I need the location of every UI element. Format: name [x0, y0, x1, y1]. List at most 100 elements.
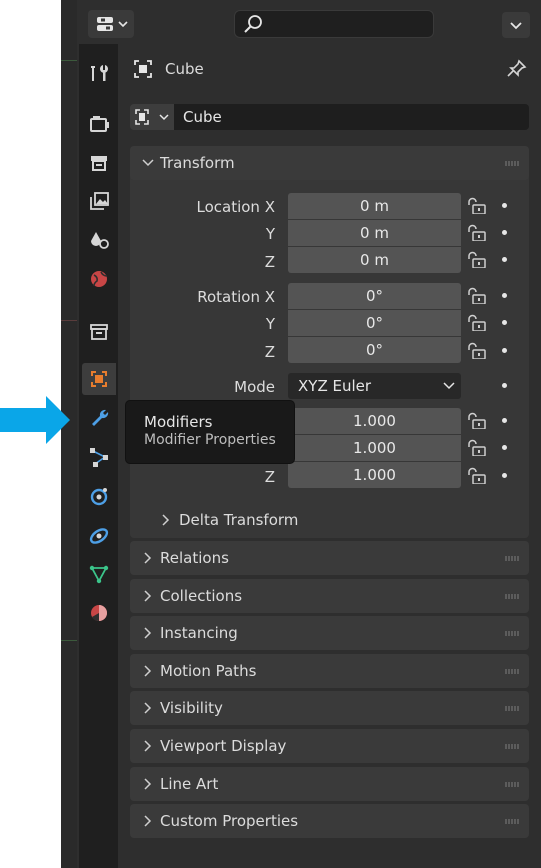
- section-title: Collections: [160, 586, 243, 605]
- editor-type-dropdown[interactable]: [88, 10, 134, 38]
- drag-handle-icon[interactable]: [505, 161, 519, 166]
- tooltip-subtitle: Modifier Properties: [144, 432, 276, 448]
- rotation-mode-value: XYZ Euler: [298, 377, 372, 395]
- particles-icon: [90, 448, 108, 467]
- tab-modifiers[interactable]: [82, 402, 116, 434]
- section-title: Instancing: [160, 624, 238, 643]
- object-browse-dropdown[interactable]: [130, 104, 174, 130]
- chevron-right-icon: [144, 627, 152, 639]
- tab-material[interactable]: [82, 597, 116, 629]
- keyframe-dot[interactable]: [502, 203, 507, 208]
- section-title: Custom Properties: [160, 812, 299, 831]
- location-z-label: Z: [264, 253, 275, 271]
- lock-icon[interactable]: [466, 196, 486, 214]
- location-z-field[interactable]: 0 m: [288, 247, 461, 273]
- tab-data[interactable]: [82, 558, 116, 590]
- scale-y-field[interactable]: 1.000: [288, 435, 461, 461]
- keyframe-dot[interactable]: [502, 230, 507, 235]
- lock-icon[interactable]: [466, 438, 486, 456]
- keyframe-dot[interactable]: [502, 293, 507, 298]
- drag-handle-icon[interactable]: [505, 593, 519, 599]
- wrench-screwdriver-icon: [91, 65, 108, 81]
- rotation-x-field[interactable]: 0°: [288, 283, 461, 309]
- mode-label: Mode: [234, 378, 275, 396]
- section-title: Visibility: [160, 699, 223, 718]
- scale-z-field[interactable]: 1.000: [288, 462, 461, 488]
- object-title: Cube: [165, 60, 204, 78]
- rotation-z-label: Z: [264, 343, 275, 361]
- section-line-art[interactable]: Line Art: [130, 766, 529, 801]
- tab-constraints[interactable]: [82, 519, 116, 551]
- chevron-right-icon: [144, 552, 152, 564]
- search-icon: [244, 15, 262, 33]
- section-custom-properties[interactable]: Custom Properties: [130, 804, 529, 839]
- lock-icon[interactable]: [466, 286, 486, 304]
- rotation-mode-dropdown[interactable]: XYZ Euler: [288, 373, 461, 399]
- rotation-x-label: Rotation X: [197, 288, 275, 306]
- tab-output[interactable]: [82, 146, 116, 178]
- section-visibility[interactable]: Visibility: [130, 691, 529, 726]
- section-title: Viewport Display: [160, 737, 287, 755]
- wrench-icon: [92, 409, 109, 426]
- section-relations[interactable]: Relations: [130, 541, 529, 575]
- keyframe-dot[interactable]: [502, 257, 507, 262]
- keyframe-dot[interactable]: [502, 445, 507, 450]
- section-collections[interactable]: Collections: [130, 578, 529, 613]
- location-x-field[interactable]: 0 m: [288, 193, 461, 219]
- tooltip: Modifiers Modifier Properties: [125, 400, 295, 464]
- section-instancing[interactable]: Instancing: [130, 616, 529, 651]
- keyframe-dot[interactable]: [502, 473, 507, 478]
- tooltip-title: Modifiers: [144, 413, 213, 431]
- lock-icon[interactable]: [466, 250, 486, 268]
- material-sphere-icon: [91, 605, 107, 622]
- constraint-icon: [89, 528, 109, 544]
- keyframe-dot[interactable]: [502, 348, 507, 353]
- printer-icon: [91, 156, 107, 171]
- chevron-right-icon: [144, 590, 152, 602]
- options-dropdown[interactable]: [502, 12, 530, 38]
- section-viewport-display[interactable]: Viewport Display: [130, 729, 529, 763]
- object-square-icon: [134, 60, 152, 78]
- object-name-field[interactable]: Cube: [174, 104, 529, 130]
- drag-handle-icon[interactable]: [505, 556, 519, 561]
- drag-handle-icon[interactable]: [505, 631, 519, 637]
- section-motion-paths[interactable]: Motion Paths: [130, 653, 529, 688]
- chevron-right-icon: [144, 702, 152, 714]
- drag-handle-icon[interactable]: [505, 819, 519, 825]
- drag-handle-icon[interactable]: [505, 668, 519, 674]
- lock-icon[interactable]: [466, 313, 486, 331]
- lock-icon[interactable]: [466, 341, 486, 359]
- object-square-icon: [135, 109, 169, 125]
- scale-z-label: Z: [264, 468, 275, 486]
- section-title: Line Art: [160, 774, 219, 793]
- keyframe-dot[interactable]: [502, 418, 507, 423]
- location-x-label: Location X: [196, 198, 276, 216]
- chevron-right-icon: [144, 815, 152, 827]
- chevron-down-icon: [142, 159, 154, 167]
- transform-header[interactable]: Transform: [130, 146, 529, 180]
- chevron-right-icon: [144, 665, 152, 677]
- mesh-data-icon: [89, 565, 109, 584]
- rotation-z-field[interactable]: 0°: [288, 337, 461, 363]
- tab-tool[interactable]: [82, 57, 116, 89]
- scale-x-field[interactable]: 1.000: [288, 408, 461, 434]
- delta-transform-subpanel[interactable]: Delta Transform: [179, 511, 298, 529]
- keyframe-dot[interactable]: [502, 383, 507, 388]
- location-y-field[interactable]: 0 m: [288, 220, 461, 246]
- section-title: Relations: [160, 549, 229, 567]
- drag-handle-icon[interactable]: [505, 781, 519, 787]
- pin-icon[interactable]: [505, 57, 529, 81]
- chevron-down-icon: [510, 22, 522, 30]
- keyframe-dot[interactable]: [502, 320, 507, 325]
- section-title: Motion Paths: [160, 661, 257, 680]
- lock-icon[interactable]: [466, 411, 486, 429]
- chevron-right-icon: [144, 778, 152, 790]
- transform-title: Transform: [160, 154, 235, 172]
- tab-render[interactable]: [82, 107, 116, 139]
- lock-icon[interactable]: [466, 466, 486, 484]
- drag-handle-icon[interactable]: [505, 744, 519, 749]
- lock-icon[interactable]: [466, 223, 486, 241]
- rotation-y-field[interactable]: 0°: [288, 310, 461, 336]
- drag-handle-icon[interactable]: [505, 706, 519, 712]
- search-input[interactable]: [234, 10, 434, 38]
